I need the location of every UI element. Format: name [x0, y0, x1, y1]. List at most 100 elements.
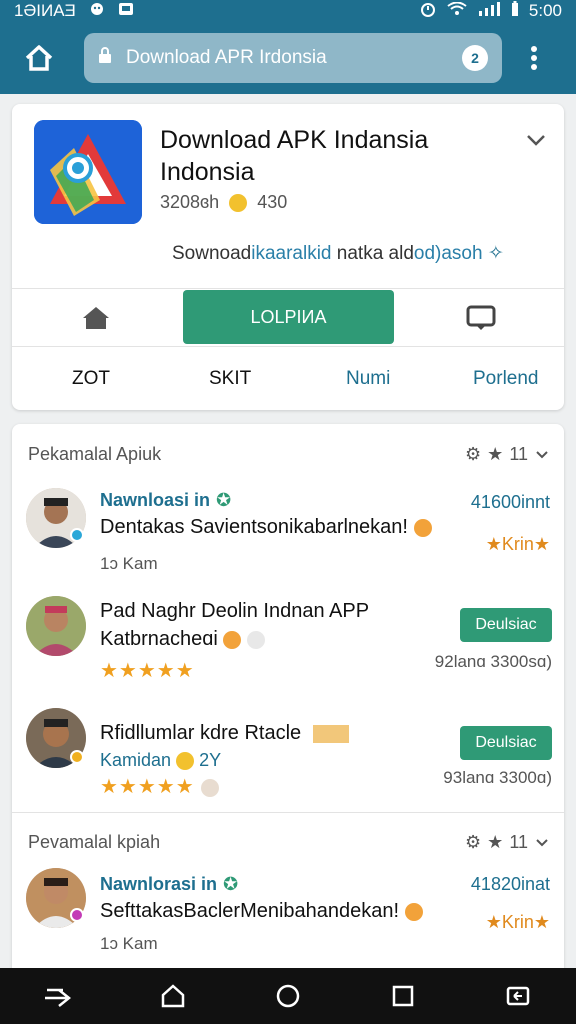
- section-title-2: Pevamalal kpiah: [28, 832, 161, 852]
- divider: [12, 812, 564, 813]
- square-icon: [392, 985, 414, 1007]
- tab-4[interactable]: Porlend: [473, 368, 539, 390]
- section-rating-value: 11: [509, 444, 528, 464]
- app-icon: [34, 120, 142, 224]
- review-author[interactable]: Nawnlorasi in ✪: [100, 874, 238, 895]
- emoji-icon: [413, 518, 432, 537]
- review-text: SefttakasBaclerMenibahandekan!: [100, 900, 423, 923]
- review-sub-text: Kamidan: [100, 750, 172, 770]
- clock-icon: [247, 630, 265, 649]
- notification-icon: [118, 1, 134, 21]
- app-description: Sownoadikaaralkid natka aldod)asoh ✧: [172, 242, 552, 265]
- url-text: Download APR Irdonsia: [126, 47, 327, 68]
- app-title: Download APK Indansia Indonsia: [160, 126, 429, 186]
- tab-3[interactable]: Numi: [346, 368, 390, 390]
- review-title-text: Rfidllumlar kdre Rtacle: [100, 722, 302, 744]
- review-title: Rfidllumlar kdre Rtacle: [100, 722, 349, 745]
- share-button[interactable]: [38, 976, 78, 1016]
- star-icon: ★: [487, 444, 504, 464]
- refresh-icon[interactable]: 2: [462, 45, 488, 71]
- desc-link[interactable]: ikaaralkid: [251, 243, 331, 264]
- circle-home-button[interactable]: [268, 976, 308, 1016]
- rating-stars: ★★★★★: [100, 660, 195, 682]
- lock-icon: [98, 47, 112, 69]
- review-right-label: Κrin: [501, 912, 534, 932]
- alarm-icon: [419, 1, 437, 22]
- tag-icon: [312, 724, 349, 743]
- expand-button[interactable]: [522, 126, 550, 154]
- back-icon: [507, 986, 530, 1006]
- sparkle-icon: ✧: [487, 243, 504, 264]
- status-bar: 1ƏIИAƎ 5:00: [0, 0, 576, 22]
- section-rating-value: 11: [509, 832, 528, 852]
- rating-stars: ★★★★★: [100, 774, 220, 799]
- status-time: 5:00: [528, 1, 562, 20]
- gear-icon: ⚙: [465, 832, 482, 852]
- helpful-button[interactable]: Deulsiac: [460, 726, 552, 760]
- url-field[interactable]: Download APR Irdonsia 2: [84, 33, 502, 83]
- review-sub-line: Kamidan 2Y: [100, 750, 221, 771]
- review-sub: 1ɔ Kam: [100, 934, 158, 953]
- star-icon: ★: [487, 832, 504, 852]
- divider: [12, 288, 564, 289]
- app-meta: 3208ɞh 430: [160, 192, 287, 213]
- review-sub-extra: 2Y: [199, 750, 222, 770]
- desc-link-2[interactable]: od)asoh: [414, 243, 483, 264]
- system-nav-bar: [0, 968, 576, 1024]
- emoji-icon: [404, 902, 423, 921]
- more-vert-icon: [531, 46, 537, 70]
- status-left-text: 1ƏIИAƎ: [14, 1, 76, 20]
- review-right-stars: ★Κrin★: [485, 912, 550, 932]
- app-card: Download APK Indansia Indonsia 3208ɞh 43…: [12, 104, 564, 410]
- home-button[interactable]: [12, 31, 66, 85]
- review-sub-text: Katbrnacheɑi: [100, 628, 218, 650]
- emoji-icon: [229, 193, 248, 212]
- rating-stars-text: ★★★★★: [100, 776, 195, 798]
- review-date: 93lanɑ 3300ɑ): [443, 768, 552, 787]
- review-author-name: Nawnloasi in: [100, 490, 211, 510]
- tab-1[interactable]: ZOT: [72, 368, 110, 390]
- review-count: 41820inat: [470, 874, 550, 894]
- home-nav-button[interactable]: [153, 976, 193, 1016]
- helpful-button[interactable]: Deulsiac: [460, 608, 552, 642]
- desc-prefix: Sownoad: [172, 243, 252, 264]
- review-author[interactable]: Nawnloasi in ✪: [100, 490, 231, 511]
- app-rating: 430: [257, 192, 288, 212]
- review-sub-line: Katbrnacheɑi: [100, 628, 265, 651]
- badge-icon: [70, 750, 84, 764]
- app-downloads: 3208ɞh: [160, 192, 220, 212]
- back-button[interactable]: [498, 976, 538, 1016]
- emoji-icon: [176, 752, 195, 771]
- review-count: 41600innt: [470, 492, 550, 512]
- share-icon: [44, 988, 71, 1007]
- section-title-1: Pekamalal Apiuk: [28, 444, 162, 464]
- review-author-name: Nawnlorasi in: [100, 874, 218, 894]
- review-title: Pad Naghr Deolin Indnan APP: [100, 600, 370, 622]
- badge-icon: [70, 908, 84, 922]
- install-button[interactable]: LOLPIИA: [183, 290, 394, 344]
- review-date: 92lanɑ 3300sɑ): [434, 652, 552, 671]
- chat-tab-icon[interactable]: [461, 300, 501, 336]
- review-text-content: Dentakas Savientsonikabarlnekan!: [100, 516, 408, 538]
- wifi-icon: [447, 1, 467, 21]
- review-right-label: Κrin: [501, 534, 534, 554]
- review-text: Dentakas Savientsonikabarlnekan!: [100, 516, 432, 539]
- chevron-down-icon: [536, 450, 548, 458]
- review-right-stars: ★Κrin★: [485, 534, 550, 554]
- review-sub: 1ɔ Kam: [100, 554, 158, 573]
- reviews-card: Pekamalal Apiuk ⚙ ★ 11 Nawnloasi in ✪ 41…: [12, 424, 564, 984]
- browser-toolbar: Download APR Irdonsia 2: [0, 22, 576, 94]
- avatar[interactable]: [26, 596, 86, 656]
- verified-icon: ✪: [216, 490, 232, 510]
- section-rating-1[interactable]: ⚙ ★ 11: [465, 444, 550, 465]
- chevron-down-icon: [536, 838, 548, 846]
- cat-icon: [88, 1, 106, 21]
- emoji-icon: [223, 630, 242, 649]
- tab-2[interactable]: SKIT: [209, 368, 251, 390]
- home-tab-icon[interactable]: [76, 300, 116, 336]
- section-rating-2[interactable]: ⚙ ★ 11: [465, 832, 550, 853]
- overflow-menu-button[interactable]: [516, 31, 552, 85]
- home-outline-icon: [161, 984, 185, 1008]
- chevron-down-icon: [527, 135, 545, 146]
- recents-button[interactable]: [383, 976, 423, 1016]
